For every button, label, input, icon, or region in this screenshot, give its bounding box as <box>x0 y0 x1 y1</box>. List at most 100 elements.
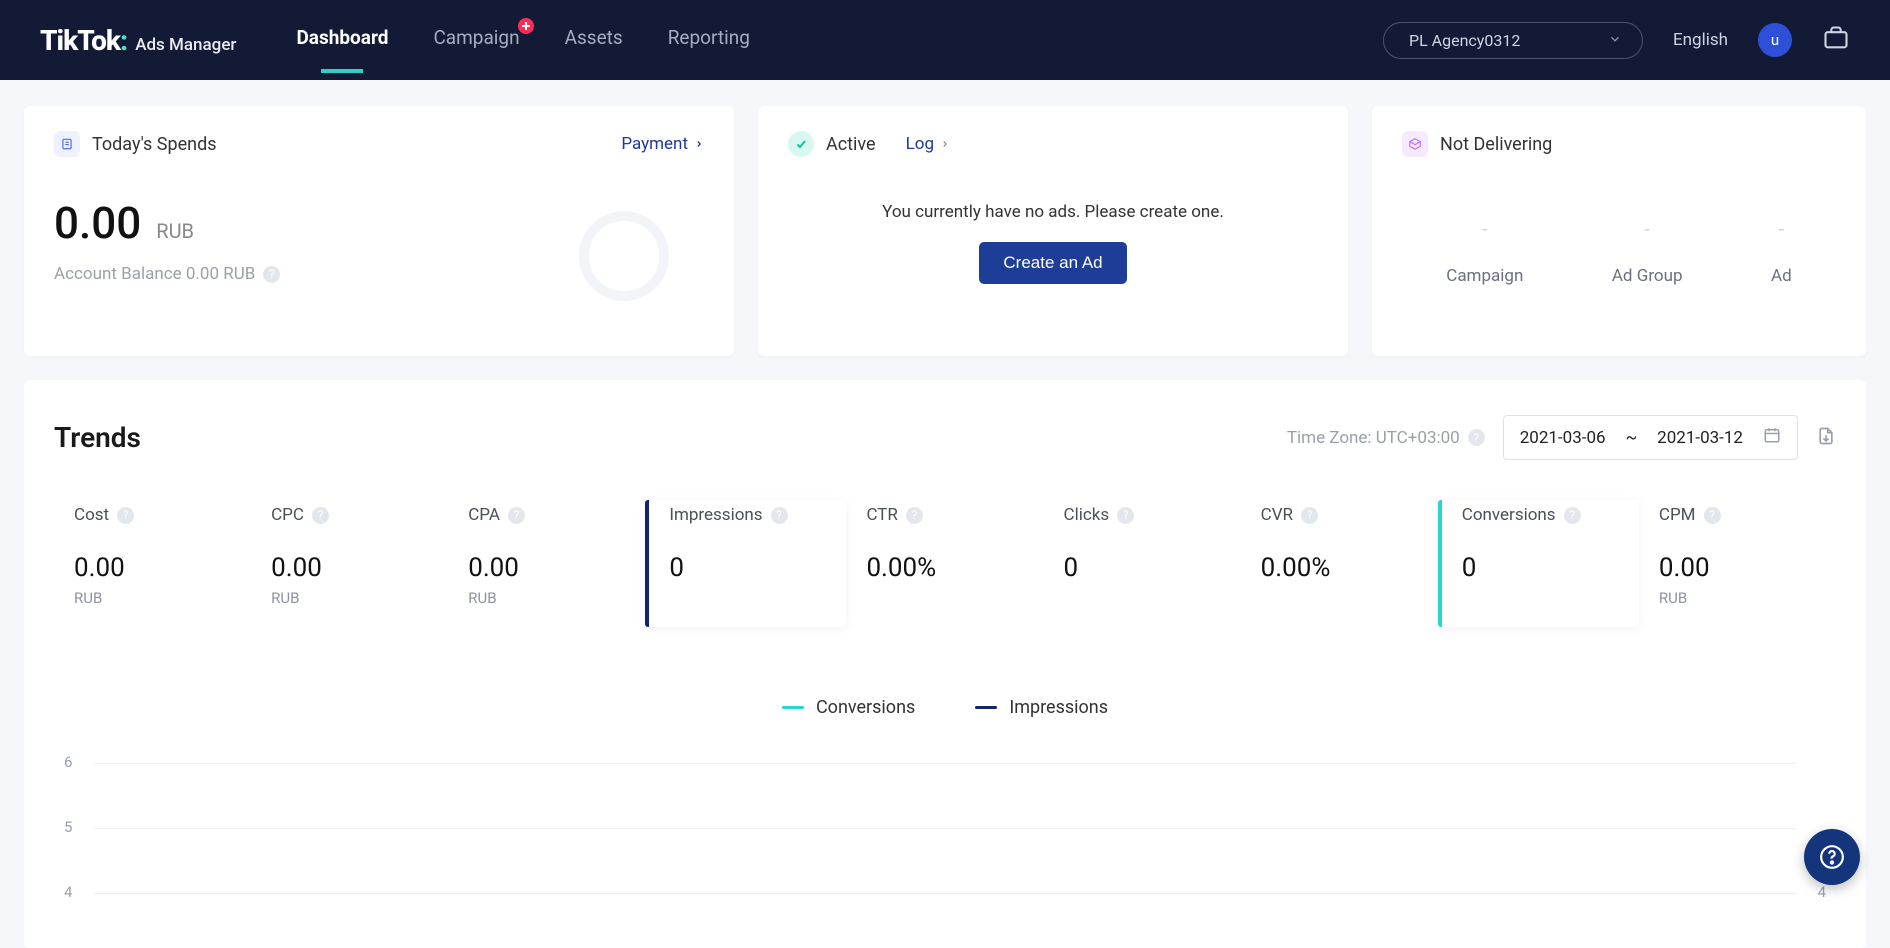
help-icon[interactable]: ? <box>1301 507 1318 524</box>
metric-value: 0 <box>669 553 826 583</box>
metric-cost[interactable]: Cost? 0.00 RUB <box>54 500 251 627</box>
metric-conversions[interactable]: Conversions? 0 <box>1438 500 1639 627</box>
briefcase-icon[interactable] <box>1822 24 1850 56</box>
help-icon[interactable]: ? <box>1564 507 1581 524</box>
avatar[interactable]: u <box>1758 23 1792 57</box>
logo: TikTok: Ads Manager <box>40 24 236 57</box>
card-active: Active Log You currently have no ads. Pl… <box>758 106 1348 356</box>
card-spends-head: Today's Spends Payment <box>54 131 704 157</box>
deliver-campaign-label: Campaign <box>1446 266 1523 286</box>
nav-campaign-label: Campaign <box>433 26 519 49</box>
question-icon <box>1819 844 1845 870</box>
download-icon[interactable] <box>1816 425 1836 451</box>
gridline <box>94 828 1796 829</box>
help-icon[interactable]: ? <box>771 507 788 524</box>
legend-swatch-icon <box>975 706 997 709</box>
log-label: Log <box>906 134 934 154</box>
deliver-col-ad: - Ad <box>1771 217 1792 286</box>
help-icon[interactable]: ? <box>312 507 329 524</box>
y-tick: 6 <box>64 753 72 771</box>
deliver-adgroup-label: Ad Group <box>1612 266 1683 286</box>
spends-title: Today's Spends <box>92 134 217 155</box>
spends-balance-label: Account Balance 0.00 RUB <box>54 264 255 284</box>
deliver-campaign-val: - <box>1446 217 1523 241</box>
metric-label: CPM <box>1659 505 1696 525</box>
chevron-down-icon <box>1608 31 1622 50</box>
payment-link[interactable]: Payment <box>621 134 704 154</box>
metric-cvr[interactable]: CVR? 0.00% <box>1241 500 1438 627</box>
delivering-title: Not Delivering <box>1440 134 1552 155</box>
chevron-right-icon <box>694 137 704 151</box>
account-select[interactable]: PL Agency0312 <box>1383 22 1643 59</box>
metric-cpm[interactable]: CPM? 0.00 RUB <box>1639 500 1836 627</box>
y-tick: 5 <box>64 818 72 836</box>
metric-label: Conversions <box>1462 505 1556 525</box>
metric-value: 0.00 <box>74 553 231 583</box>
help-icon[interactable]: ? <box>1117 507 1134 524</box>
metric-value: 0.00% <box>866 553 1023 583</box>
metric-unit: RUB <box>1659 589 1816 607</box>
nav-campaign[interactable]: Campaign <box>433 26 519 55</box>
metric-value: 0 <box>1064 553 1221 583</box>
metric-label: Impressions <box>669 505 762 525</box>
trends-head: Trends Time Zone: UTC+03:00 ? 2021-03-06… <box>54 415 1836 460</box>
legend-conversions[interactable]: Conversions <box>782 697 915 718</box>
logo-main: TikTok <box>40 24 120 57</box>
card-delivering-head: Not Delivering <box>1402 131 1836 157</box>
help-fab-button[interactable] <box>1804 829 1860 885</box>
date-range-picker[interactable]: 2021-03-06 ~ 2021-03-12 <box>1503 415 1798 460</box>
nav-reporting[interactable]: Reporting <box>668 26 750 55</box>
date-to: 2021-03-12 <box>1657 428 1743 448</box>
metric-value: 0.00 <box>468 553 625 583</box>
deliver-col-adgroup: - Ad Group <box>1612 217 1683 286</box>
nav-assets[interactable]: Assets <box>565 26 623 55</box>
payment-label: Payment <box>621 134 688 154</box>
delivering-columns: - Campaign - Ad Group - Ad <box>1402 217 1836 286</box>
nav-dashboard[interactable]: Dashboard <box>296 26 388 55</box>
chevron-right-icon <box>940 137 950 151</box>
help-icon[interactable]: ? <box>906 507 923 524</box>
date-from: 2021-03-06 <box>1520 428 1606 448</box>
spends-currency: RUB <box>156 219 194 243</box>
help-icon[interactable]: ? <box>508 507 525 524</box>
legend-swatch-icon <box>782 706 804 709</box>
chart-area: 6 5 4 4 <box>54 758 1836 948</box>
metric-impressions[interactable]: Impressions? 0 <box>645 500 846 627</box>
metric-cpa[interactable]: CPA? 0.00 RUB <box>448 500 645 627</box>
trends-title: Trends <box>54 421 141 454</box>
metric-clicks[interactable]: Clicks? 0 <box>1044 500 1241 627</box>
help-icon[interactable]: ? <box>1468 429 1485 446</box>
legend-label: Conversions <box>816 697 915 718</box>
nav: Dashboard Campaign Assets Reporting <box>296 26 749 55</box>
timezone-label: Time Zone: UTC+03:00 ? <box>1287 428 1485 448</box>
y-tick-right: 4 <box>1818 883 1826 901</box>
metric-value: 0.00 <box>271 553 428 583</box>
check-icon <box>788 131 814 157</box>
metric-value: 0.00 <box>1659 553 1816 583</box>
date-sep: ~ <box>1626 428 1638 448</box>
help-icon[interactable]: ? <box>1704 507 1721 524</box>
gridline <box>94 763 1796 764</box>
metrics-row: Cost? 0.00 RUB CPC? 0.00 RUB CPA? 0.00 R… <box>54 500 1836 627</box>
metric-ctr[interactable]: CTR? 0.00% <box>846 500 1043 627</box>
progress-ring-icon <box>579 211 669 301</box>
legend-impressions[interactable]: Impressions <box>975 697 1108 718</box>
deliver-ad-label: Ad <box>1771 266 1792 286</box>
deliver-ad-val: - <box>1771 217 1792 241</box>
metric-cpc[interactable]: CPC? 0.00 RUB <box>251 500 448 627</box>
language-select[interactable]: English <box>1673 30 1728 50</box>
metric-label: CPC <box>271 505 304 525</box>
active-empty-msg: You currently have no ads. Please create… <box>788 202 1318 222</box>
timezone-text: Time Zone: UTC+03:00 <box>1287 428 1460 448</box>
log-link[interactable]: Log <box>906 134 950 154</box>
card-delivering: Not Delivering - Campaign - Ad Group - A… <box>1372 106 1866 356</box>
help-icon[interactable]: ? <box>263 266 280 283</box>
deliver-col-campaign: - Campaign <box>1446 217 1523 286</box>
create-ad-button[interactable]: Create an Ad <box>979 242 1126 284</box>
deliver-adgroup-val: - <box>1612 217 1683 241</box>
trends-controls: Time Zone: UTC+03:00 ? 2021-03-06 ~ 2021… <box>1287 415 1836 460</box>
help-icon[interactable]: ? <box>117 507 134 524</box>
card-active-head: Active Log <box>788 131 1318 157</box>
metric-label: Cost <box>74 505 109 525</box>
metric-unit: RUB <box>271 589 428 607</box>
